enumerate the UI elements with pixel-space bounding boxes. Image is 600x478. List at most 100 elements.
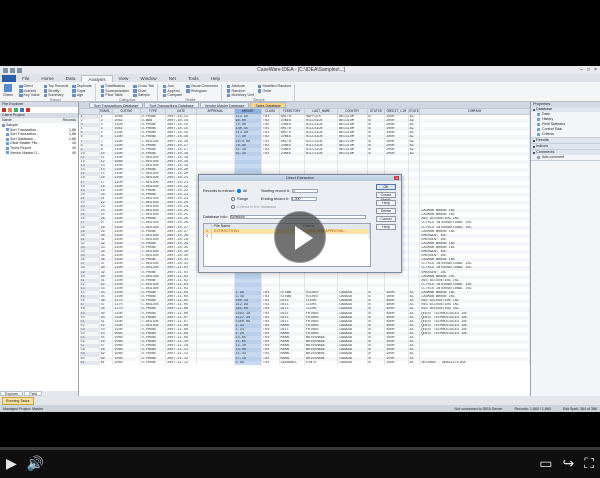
- grid-cell[interactable]: 61: [99, 360, 114, 365]
- ribbon-item-icon: [133, 89, 137, 93]
- database-icon: [6, 142, 9, 146]
- menu-net[interactable]: Net: [163, 75, 182, 82]
- dialog-button-create-fields[interactable]: Create Fields: [376, 192, 396, 202]
- share-icon[interactable]: ↪: [562, 457, 574, 471]
- ribbon-item-label: Sample: [137, 93, 150, 98]
- ribbon-group-categorize: Stratification Summarization Pivot Table Cr…: [98, 84, 158, 102]
- properties-link-label: Add comment: [542, 155, 565, 159]
- file-explorer-pane: File Explorer Client Project Name Record…: [0, 102, 79, 396]
- column-header[interactable]: CREDIT_LIM: [384, 108, 409, 115]
- menu-window[interactable]: Window: [134, 75, 162, 82]
- menu-help[interactable]: Help: [205, 75, 226, 82]
- properties-link[interactable]: Criteria: [531, 132, 600, 137]
- grid-cell[interactable]: B: [367, 360, 386, 365]
- file-list: Sample Sort Transaction... 1,86 Sort Transa…: [0, 123, 78, 155]
- dialog-button-delete[interactable]: Delete: [376, 208, 396, 214]
- dialog-button-help[interactable]: Help: [376, 224, 396, 230]
- ribbon-item[interactable]: Histogram: [186, 89, 218, 94]
- grid-cell[interactable]: AC: [408, 360, 421, 365]
- ribbon-item-icon: [257, 89, 262, 93]
- ending-record-field[interactable]: 1,000: [290, 197, 317, 201]
- grid-cell[interactable]: 1066: [112, 360, 141, 365]
- ribbon-group-items: Attribute Random Monetary Unit Stratified R…: [226, 84, 291, 98]
- captions-icon[interactable]: ▭: [539, 457, 552, 471]
- properties-link[interactable]: Add comment: [531, 155, 600, 160]
- grid-cell[interactable]: [196, 360, 235, 365]
- ribbon-item-icon: [100, 93, 105, 97]
- play-icon[interactable]: ▶: [6, 457, 17, 471]
- ribbon-item-icon: [133, 93, 137, 97]
- running-tasks-tab[interactable]: Running Tasks: [2, 396, 34, 405]
- menu-analysis[interactable]: Analysis: [81, 75, 113, 82]
- criteria-checkbox[interactable]: [231, 205, 235, 209]
- menu-data[interactable]: Data: [60, 75, 82, 82]
- direct-extraction-button[interactable]: Direct: [2, 84, 14, 101]
- ribbon-item[interactable]: Monetary Unit: [226, 93, 254, 98]
- ribbon-item-label: Pivot Table: [105, 93, 123, 98]
- ribbon-item[interactable]: Pivot Table: [100, 93, 129, 98]
- dialog-button-ok[interactable]: OK: [376, 184, 396, 190]
- ribbon-item[interactable]: Compare: [162, 93, 182, 98]
- grid-cell[interactable]: ORLANDO - BRASILIEIRA: [419, 360, 530, 365]
- grid-cell[interactable]: 2007-11-12: [165, 360, 198, 365]
- grid-cell[interactable]: 1000: [384, 360, 409, 365]
- grid-cell[interactable]: PINTO: [304, 360, 339, 365]
- flag-icon[interactable]: [26, 108, 30, 112]
- folder-icon[interactable]: [8, 108, 12, 112]
- option-all-radio[interactable]: [236, 189, 241, 193]
- dialog-button-cancel[interactable]: Cancel: [376, 216, 396, 222]
- ribbon-item[interactable]: Order: [257, 89, 291, 94]
- dialog-close-icon[interactable]: ×: [394, 176, 399, 180]
- ribbon-item[interactable]: Sample: [133, 93, 154, 98]
- volume-icon[interactable]: 🔊: [27, 457, 44, 471]
- file-item[interactable]: Vendor Master D... 40: [0, 151, 78, 156]
- ribbon-item-icon: [19, 89, 23, 93]
- database-icon: [6, 146, 9, 150]
- ribbon-item-icon: [19, 93, 23, 97]
- app-menu-button[interactable]: [2, 75, 16, 82]
- ribbon-item-icon: [133, 84, 137, 88]
- delete-icon[interactable]: [2, 108, 6, 112]
- column-header[interactable]: STATE: [407, 108, 421, 115]
- maximize-icon[interactable]: □: [587, 67, 590, 73]
- refresh-icon[interactable]: [14, 108, 18, 112]
- ribbon-item-icon: [43, 89, 48, 93]
- save-icon[interactable]: [3, 67, 8, 73]
- column-header[interactable]: TERRITORY: [278, 108, 305, 115]
- status-bar: Managed Project: Master Not connected to…: [0, 405, 600, 412]
- link-icon: [537, 123, 540, 126]
- grid-cell[interactable]: T04: [261, 360, 280, 365]
- status-spell: Edit Spell: 384 of 386: [562, 406, 597, 411]
- properties-section-title[interactable]: Results: [531, 138, 600, 143]
- video-play-button[interactable]: [274, 211, 326, 263]
- video-controls: ▶ 🔊 ▭ ↪ ⛶: [0, 450, 600, 478]
- ribbon-item[interactable]: Summary: [43, 93, 69, 98]
- grid-cell[interactable]: CANADA: [337, 360, 368, 365]
- undo-icon[interactable]: [10, 67, 15, 73]
- link-icon: [537, 133, 540, 136]
- starting-record-field[interactable]: 1: [292, 189, 319, 193]
- starting-record-label: Starting record #:: [261, 189, 291, 193]
- menu-file[interactable]: File: [16, 75, 35, 82]
- close-icon[interactable]: ×: [594, 67, 597, 73]
- ribbon-item[interactable]: Age: [72, 93, 91, 98]
- column-header[interactable]: TRANS_ID: [98, 108, 114, 115]
- records-label: Records to extract:: [203, 189, 235, 193]
- table-row[interactable]: 61 61 1066 D-PHONE 2007-11-12 4.98 T04 SAVARALL…: [79, 360, 530, 365]
- grid-cell[interactable]: D-PHONE: [140, 360, 167, 365]
- ribbon-group-sample: Attribute Random Monetary Unit Stratified R…: [224, 84, 296, 102]
- fullscreen-icon[interactable]: ⛶: [584, 457, 594, 471]
- ribbon-item[interactable]: Key Value: [19, 93, 40, 98]
- properties-section-title[interactable]: Indices: [531, 144, 600, 149]
- grid-cell[interactable]: 4.98: [234, 360, 262, 365]
- minimize-icon[interactable]: –: [580, 67, 583, 73]
- range-option: Range: [231, 197, 248, 201]
- option-range-radio[interactable]: [231, 197, 235, 201]
- properties-icon[interactable]: [20, 108, 24, 112]
- grid-cell[interactable]: SAVARALL: [279, 360, 305, 365]
- menu-view[interactable]: View: [113, 75, 135, 82]
- menu-home[interactable]: Home: [35, 75, 59, 82]
- menu-tools[interactable]: Tools: [182, 75, 205, 82]
- dialog-button-help[interactable]: Help: [376, 200, 396, 206]
- file-item-name: Vendor Master D...: [6, 151, 40, 156]
